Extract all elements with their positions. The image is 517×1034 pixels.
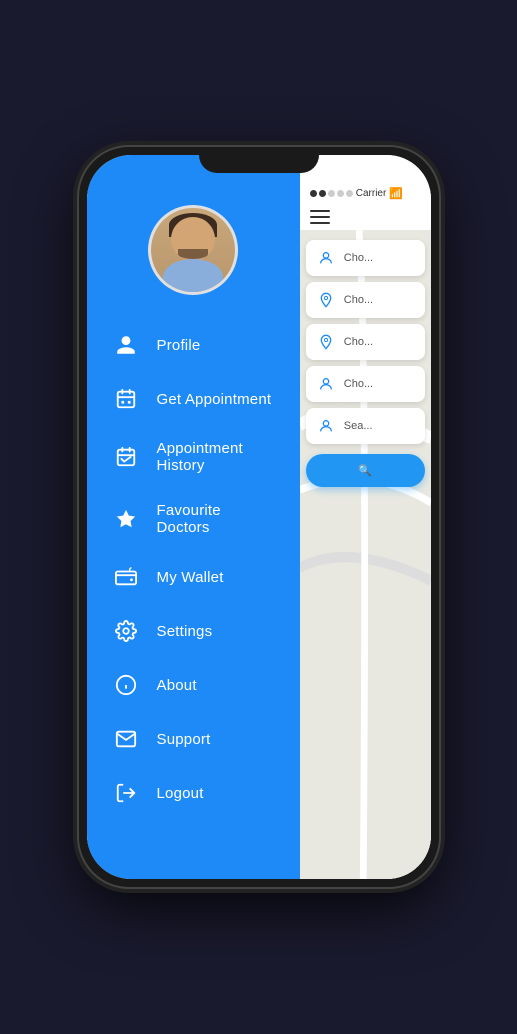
sidebar-label-appointment-history: Appointment History — [157, 440, 274, 474]
avatar — [148, 205, 238, 295]
hamburger-lines — [310, 210, 421, 224]
dropdown-label-4: Cho... — [344, 378, 373, 390]
sidebar-item-appointment-history[interactable]: Appointment History — [97, 427, 290, 487]
avatar-beard — [178, 249, 208, 259]
calendar-icon — [113, 386, 139, 412]
star-icon — [113, 506, 139, 532]
signal-area: Carrier 📶 — [310, 187, 403, 200]
right-panel: Carrier 📶 — [300, 155, 431, 879]
dropdown-item-3[interactable]: Cho... — [306, 324, 425, 360]
notch — [199, 147, 319, 173]
avatar-container — [87, 205, 300, 295]
hamburger-button[interactable] — [300, 204, 431, 230]
dropdown-label-1: Cho... — [344, 252, 373, 264]
carrier-label: Carrier — [356, 188, 387, 199]
signal-dot-5 — [346, 190, 353, 197]
dropdown-item-4[interactable]: Cho... — [306, 366, 425, 402]
search-label: Sea... — [344, 420, 373, 432]
map-area: Cho... Cho... — [300, 230, 431, 879]
signal-dot-3 — [328, 190, 335, 197]
envelope-icon — [113, 726, 139, 752]
calendar-check-icon — [113, 444, 139, 470]
person-blue-icon-1 — [316, 248, 336, 268]
hamburger-line-3 — [310, 222, 330, 224]
sidebar-item-profile[interactable]: Profile — [97, 319, 290, 371]
hamburger-line-2 — [310, 216, 330, 218]
map-dropdown-overlay: Cho... Cho... — [306, 240, 425, 487]
signal-dot-1 — [310, 190, 317, 197]
nav-menu: Profile — [87, 319, 300, 819]
sidebar-label-get-appointment: Get Appointment — [157, 391, 272, 408]
avatar-body — [163, 259, 223, 295]
sidebar-item-settings[interactable]: Settings — [97, 605, 290, 657]
location-blue-icon-2 — [316, 332, 336, 352]
search-row[interactable]: Sea... — [306, 408, 425, 444]
sidebar-item-favourite-doctors[interactable]: Favourite Doctors — [97, 489, 290, 549]
hamburger-line-1 — [310, 210, 330, 212]
sidebar-item-my-wallet[interactable]: My Wallet — [97, 551, 290, 603]
sidebar-item-about[interactable]: About — [97, 659, 290, 711]
wifi-icon: 📶 — [389, 187, 403, 200]
sidebar-label-logout: Logout — [157, 785, 204, 802]
sidebar-item-get-appointment[interactable]: Get Appointment — [97, 373, 290, 425]
logout-icon — [113, 780, 139, 806]
search-button-icon: 🔍 — [358, 465, 372, 477]
phone-outer: Profile — [0, 0, 517, 1034]
sidebar-label-profile: Profile — [157, 337, 201, 354]
dropdown-item-2[interactable]: Cho... — [306, 282, 425, 318]
sidebar-label-about: About — [157, 677, 197, 694]
info-icon — [113, 672, 139, 698]
sidebar-label-favourite-doctors: Favourite Doctors — [157, 502, 274, 536]
gear-icon — [113, 618, 139, 644]
location-blue-icon-1 — [316, 290, 336, 310]
signal-dot-2 — [319, 190, 326, 197]
phone-frame: Profile — [79, 147, 439, 887]
sidebar-item-support[interactable]: Support — [97, 713, 290, 765]
search-button[interactable]: 🔍 — [306, 454, 425, 487]
dropdown-item-1[interactable]: Cho... — [306, 240, 425, 276]
status-bar: Carrier 📶 — [300, 155, 431, 204]
person-blue-icon-2 — [316, 374, 336, 394]
sidebar-label-settings: Settings — [157, 623, 213, 640]
person-blue-icon-3 — [316, 416, 336, 436]
sidebar-label-my-wallet: My Wallet — [157, 569, 224, 586]
signal-dot-4 — [337, 190, 344, 197]
avatar-face — [151, 205, 235, 295]
phone-screen: Profile — [87, 155, 431, 879]
sidebar: Profile — [87, 155, 300, 879]
dropdown-label-2: Cho... — [344, 294, 373, 306]
sidebar-item-logout[interactable]: Logout — [97, 767, 290, 819]
dropdown-label-3: Cho... — [344, 336, 373, 348]
signal-dots — [310, 190, 353, 197]
person-icon — [113, 332, 139, 358]
wallet-icon — [113, 564, 139, 590]
sidebar-label-support: Support — [157, 731, 211, 748]
